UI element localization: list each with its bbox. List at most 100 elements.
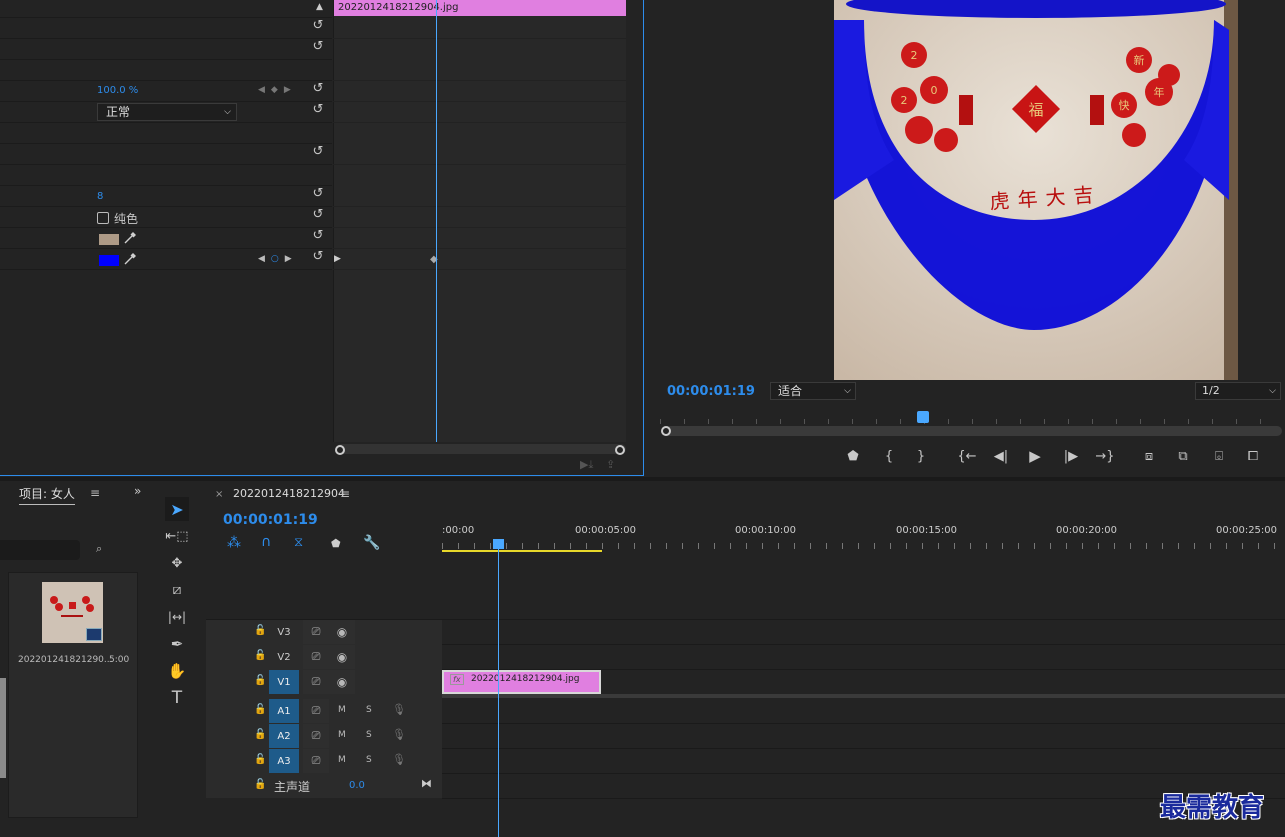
settings-wrench-icon[interactable]: 🔧 — [363, 535, 380, 551]
reset-icon[interactable]: ↺ — [311, 145, 325, 159]
mute-button[interactable]: M — [338, 730, 346, 740]
sync-lock-icon[interactable]: ⎚ — [303, 645, 329, 669]
sync-lock-icon[interactable]: ⎚ — [303, 699, 329, 723]
reset-icon[interactable]: ↺ — [311, 208, 325, 222]
mark-out-button[interactable]: } — [908, 447, 934, 465]
menu-icon[interactable]: ≡ — [90, 486, 100, 500]
ec-scroll-handle-right[interactable] — [615, 445, 625, 455]
lock-icon[interactable]: 🔓 — [254, 704, 266, 715]
color-swatch-1[interactable] — [99, 234, 119, 245]
reset-icon[interactable]: ↺ — [311, 187, 325, 201]
effect-controls-playhead[interactable] — [436, 0, 437, 442]
step-forward-button[interactable]: |▶ — [1058, 447, 1084, 465]
monitor-zoom-handle[interactable] — [661, 426, 671, 436]
reset-icon[interactable]: ↺ — [311, 103, 325, 117]
lock-icon[interactable]: 🔓 — [254, 779, 266, 790]
ec-scroll-handle-left[interactable] — [335, 445, 345, 455]
reset-icon[interactable]: ↺ — [311, 40, 325, 54]
fit-dropdown[interactable]: 适合 ⌵ — [770, 382, 856, 400]
add-marker-icon[interactable]: ⬟ — [331, 537, 341, 550]
pen-tool-icon[interactable]: ✒ — [165, 632, 189, 656]
mute-button[interactable]: M — [338, 755, 346, 765]
camera-icon[interactable]: ⌻ — [1206, 447, 1232, 465]
go-to-out-button[interactable]: →} — [1092, 447, 1118, 465]
mark-in-button[interactable]: { — [876, 447, 902, 465]
mic-icon[interactable]: 🎙 — [392, 753, 406, 766]
monitor-zoom-bar[interactable] — [662, 426, 1282, 436]
nest-toggle-icon[interactable]: ⁂ — [227, 535, 241, 551]
sequence-tab[interactable]: 2022012418212904 — [233, 487, 345, 500]
track-label-a2[interactable]: A2 — [269, 724, 299, 748]
resolution-dropdown[interactable]: 1/2 ⌵ — [1195, 382, 1281, 400]
reset-icon[interactable]: ↺ — [311, 19, 325, 33]
go-to-in-button[interactable]: {← — [954, 447, 980, 465]
sync-lock-icon[interactable]: ⎚ — [303, 749, 329, 773]
monitor-playhead-icon[interactable] — [917, 411, 929, 423]
export-frame-icon[interactable]: ▶⤓ — [580, 458, 593, 472]
sync-lock-icon[interactable]: ⎚ — [303, 724, 329, 748]
keyframe-nav-active[interactable]: ◀○▶ — [258, 254, 298, 264]
work-area-bar[interactable] — [442, 550, 602, 552]
lift-button[interactable]: ⧈ — [1136, 447, 1162, 465]
sync-lock-icon[interactable]: ⎚ — [303, 670, 329, 694]
snap-icon[interactable]: ∩ — [261, 534, 271, 550]
razor-tool-icon[interactable]: ⧄ — [165, 578, 189, 602]
program-timecode[interactable]: 00:00:01:19 — [667, 384, 755, 399]
track-label-v1[interactable]: V1 — [269, 670, 299, 694]
reset-icon[interactable]: ↺ — [311, 250, 325, 264]
type-tool-icon[interactable]: T — [165, 686, 189, 710]
share-icon[interactable]: ⇪ — [606, 458, 615, 471]
opacity-value[interactable]: 100.0 % — [97, 85, 138, 96]
lock-icon[interactable]: 🔓 — [254, 754, 266, 765]
project-scrollbar[interactable] — [0, 678, 6, 778]
ripple-edit-tool-icon[interactable]: ✥ — [165, 551, 189, 575]
master-value[interactable]: 0.0 — [349, 780, 365, 791]
step-back-button[interactable]: ◀| — [988, 447, 1014, 465]
track-label-v2[interactable]: V2 — [269, 645, 299, 669]
solo-button[interactable]: S — [366, 705, 372, 715]
linked-selection-icon[interactable]: ⧖ — [294, 535, 303, 550]
compare-view-button[interactable]: ⧠ — [1240, 447, 1266, 465]
blend-mode-dropdown[interactable]: 正常 ⌵ — [97, 103, 237, 121]
keyframe-nav[interactable]: ◀◆▶ — [258, 85, 297, 95]
reset-icon[interactable]: ↺ — [311, 229, 325, 243]
extract-button[interactable]: ⧉ — [1170, 447, 1196, 465]
ec-scrollbar[interactable] — [336, 444, 626, 454]
find-icon[interactable]: ⌕ — [96, 542, 102, 556]
expand-panels-icon[interactable]: » — [134, 484, 141, 498]
reset-icon[interactable]: ↺ — [311, 82, 325, 96]
sync-lock-icon[interactable]: ⎚ — [303, 620, 329, 644]
lock-icon[interactable]: 🔓 — [254, 650, 266, 661]
solo-button[interactable]: S — [366, 730, 372, 740]
clip-tab[interactable]: 2022012418212904.jpg — [334, 0, 626, 16]
solid-checkbox[interactable] — [97, 212, 109, 224]
hand-tool-icon[interactable]: ✋ — [165, 659, 189, 683]
menu-icon[interactable]: ≡ — [340, 487, 350, 501]
add-marker-button[interactable]: ⬟ — [840, 447, 866, 465]
lock-icon[interactable]: 🔓 — [254, 675, 266, 686]
project-search-input[interactable] — [0, 540, 80, 560]
play-button[interactable]: ▶ — [1022, 447, 1048, 465]
sequence-timecode[interactable]: 00:00:01:19 — [223, 512, 318, 528]
timeline-clip[interactable]: fx 2022012418212904.jpg — [442, 670, 601, 694]
go-to-end-icon[interactable]: ⧓ — [421, 777, 432, 790]
slip-tool-icon[interactable]: |↔| — [165, 605, 189, 629]
mute-button[interactable]: M — [338, 705, 346, 715]
timeline-playhead-line[interactable] — [498, 548, 499, 837]
track-select-tool-icon[interactable]: ⇤⬚ — [165, 524, 189, 548]
collapse-triangle-icon[interactable]: ▲ — [316, 2, 323, 12]
eyedropper-icon[interactable] — [122, 230, 138, 246]
track-label-a3[interactable]: A3 — [269, 749, 299, 773]
value-8[interactable]: 8 — [97, 191, 103, 202]
eye-icon[interactable]: ◉ — [329, 620, 355, 644]
track-label-a1[interactable]: A1 — [269, 699, 299, 723]
mic-icon[interactable]: 🎙 — [392, 728, 406, 741]
eye-icon[interactable]: ◉ — [329, 670, 355, 694]
close-sequence-icon[interactable]: × — [215, 489, 223, 500]
eyedropper-icon[interactable] — [122, 251, 138, 267]
selection-tool-icon[interactable]: ➤ — [165, 497, 189, 521]
eye-icon[interactable]: ◉ — [329, 645, 355, 669]
monitor-time-ruler[interactable] — [660, 410, 1280, 424]
mic-icon[interactable]: 🎙 — [392, 703, 406, 716]
project-tab[interactable]: 项目: 女人 — [19, 485, 75, 505]
